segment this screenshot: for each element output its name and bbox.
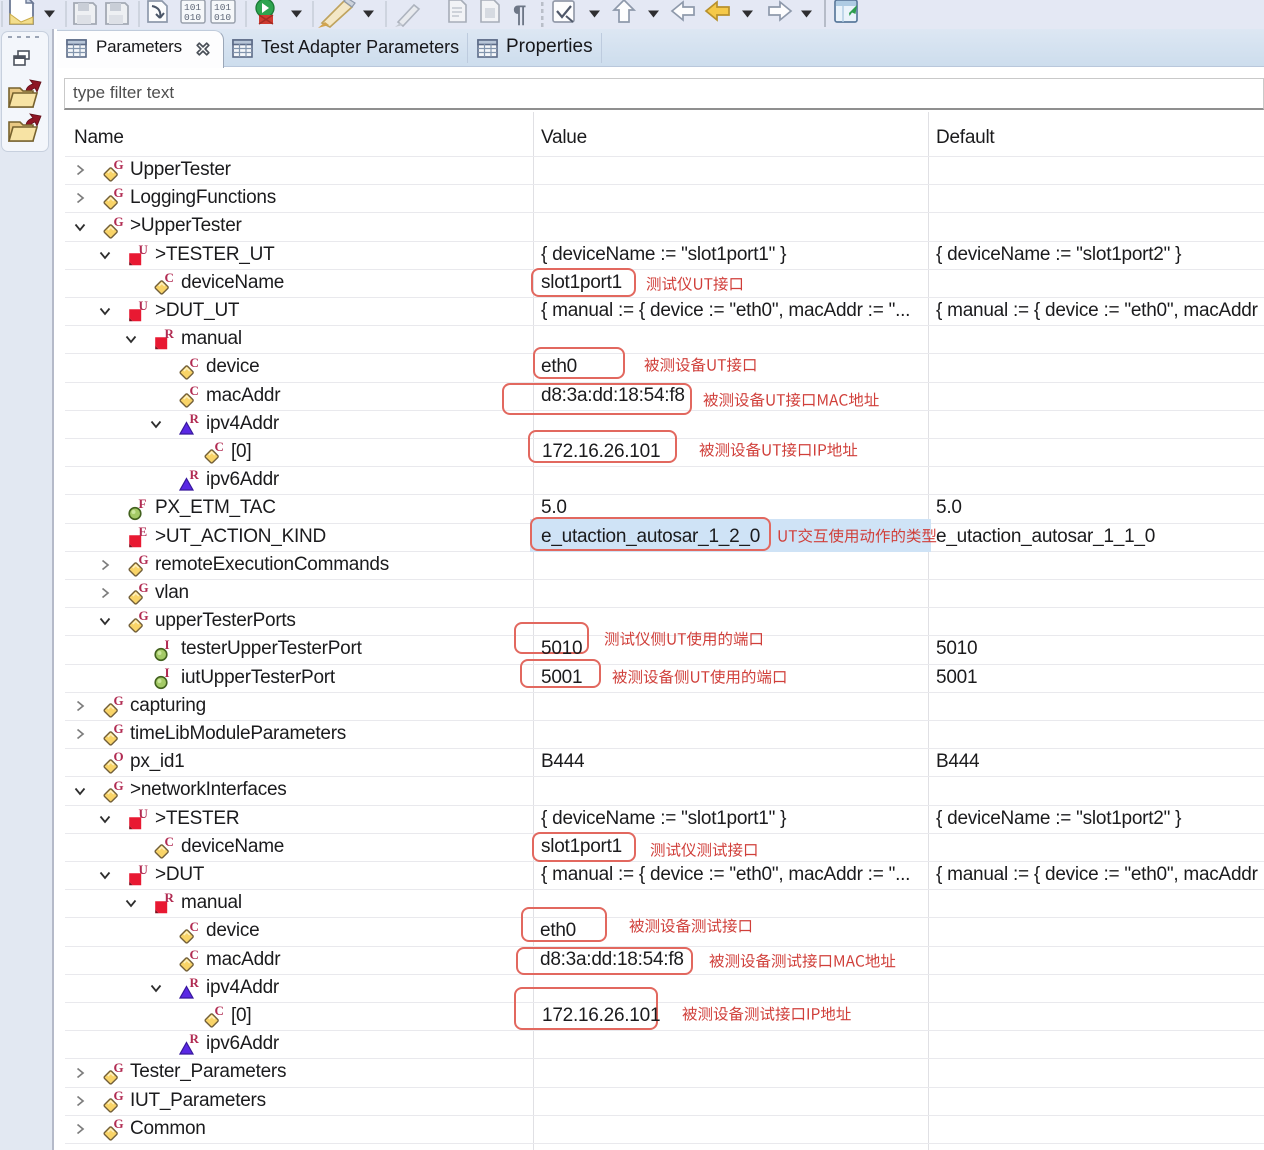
svg-text:C: C: [165, 272, 174, 285]
svg-text:R: R: [165, 892, 175, 905]
svg-text:C: C: [165, 836, 174, 849]
svg-text:E: E: [139, 526, 148, 539]
svg-text:I: I: [165, 667, 170, 680]
svg-text:C: C: [190, 921, 199, 934]
svg-text:C: C: [190, 385, 199, 398]
svg-text:G: G: [139, 582, 149, 595]
svg-text:010: 010: [184, 12, 201, 23]
svg-text:G: G: [114, 216, 124, 229]
svg-text:G: G: [114, 187, 124, 200]
svg-text:G: G: [114, 1118, 124, 1131]
svg-text:R: R: [190, 413, 200, 426]
svg-text:R: R: [190, 1033, 200, 1046]
svg-text:¶: ¶: [513, 1, 526, 28]
svg-text:F: F: [139, 498, 147, 511]
svg-text:G: G: [139, 554, 149, 567]
svg-text:O: O: [114, 751, 124, 764]
svg-text:R: R: [190, 469, 200, 482]
svg-text:U: U: [139, 244, 149, 257]
svg-text:G: G: [114, 1090, 124, 1103]
svg-text:G: G: [139, 610, 149, 623]
svg-text:U: U: [139, 864, 149, 877]
svg-text:G: G: [114, 159, 124, 172]
svg-text:U: U: [139, 808, 149, 821]
svg-text:G: G: [114, 695, 124, 708]
svg-text:I: I: [165, 639, 170, 652]
svg-text:C: C: [215, 441, 224, 454]
svg-text:010: 010: [214, 12, 231, 23]
svg-text:G: G: [114, 780, 124, 793]
svg-text:C: C: [190, 949, 199, 962]
svg-text:U: U: [139, 300, 149, 313]
svg-text:G: G: [114, 723, 124, 736]
svg-text:G: G: [114, 1062, 124, 1075]
svg-text:C: C: [190, 357, 199, 370]
svg-text:R: R: [165, 328, 175, 341]
svg-text:C: C: [215, 1005, 224, 1018]
svg-text:R: R: [190, 977, 200, 990]
